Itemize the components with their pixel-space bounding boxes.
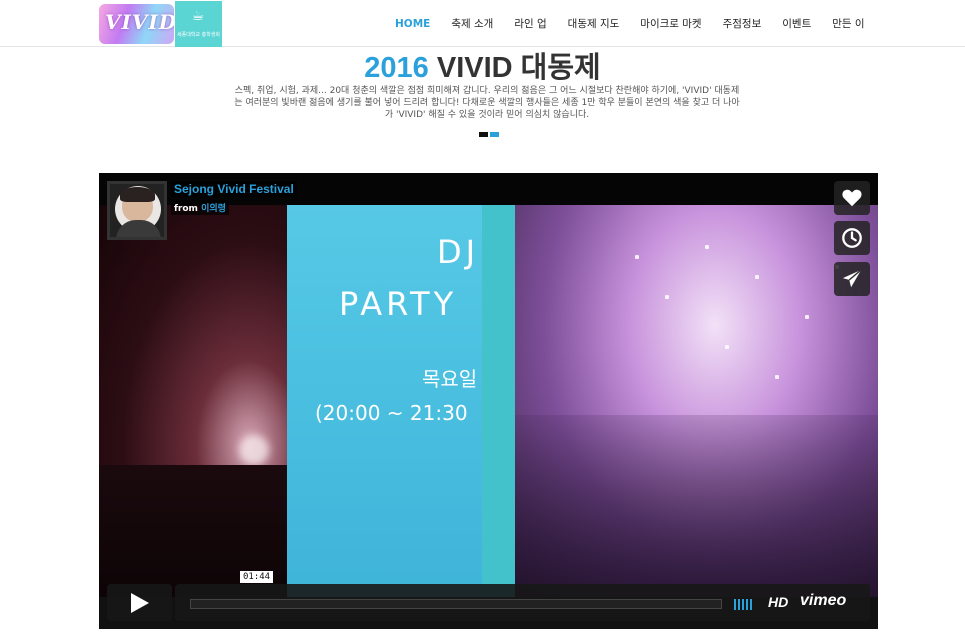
nav-item-event[interactable]: 이벤트 <box>782 16 811 31</box>
control-bar: 01:44 HD vimeo <box>175 571 870 621</box>
confetti <box>705 245 709 249</box>
stage-light <box>239 435 269 465</box>
hero-description: 스펙, 취업, 시험, 과제... 20대 청춘의 색깔은 점점 희미해져 갑니… <box>234 86 740 120</box>
video-frame-poster: DJ PARTY 목요일 (20:00 ~ 21:30 <box>287 205 515 597</box>
video-player[interactable]: DJ PARTY 목요일 (20:00 ~ 21:30 Sejong Vivid… <box>99 173 878 629</box>
video-controls: 01:44 HD vimeo <box>107 571 870 621</box>
page-title: 2016 VIVID 대동제 <box>0 44 965 86</box>
like-button[interactable] <box>834 181 870 215</box>
clock-icon <box>842 228 862 248</box>
student-council-logo[interactable]: ☕ 세종대학교 총학생회 <box>175 1 222 47</box>
hd-toggle[interactable]: HD <box>768 594 788 610</box>
poster-line-1: DJ <box>437 233 480 271</box>
nav-item-lineup[interactable]: 라인 업 <box>514 16 546 31</box>
slider-dot-1[interactable] <box>479 132 488 137</box>
video-author[interactable]: 이의령 <box>201 204 226 214</box>
send-icon <box>842 269 862 288</box>
poster-line-4: (20:00 ~ 21:30 <box>315 401 468 425</box>
vivid-logo-text: VIVID <box>105 10 174 34</box>
cup-icon: ☕ <box>191 8 205 24</box>
nav-item-home[interactable]: HOME <box>395 18 430 30</box>
nav-item-credits[interactable]: 만든 이 <box>832 16 864 31</box>
heart-icon <box>842 189 862 207</box>
play-button[interactable] <box>107 584 172 621</box>
watch-later-button[interactable] <box>834 221 870 255</box>
video-frame-stage <box>99 205 287 597</box>
nav-item-map[interactable]: 대동제 지도 <box>568 16 620 31</box>
video-frame-divider <box>482 205 516 597</box>
council-logo-text: 세종대학교 총학생회 <box>177 32 220 38</box>
title-text: VIVID 대동제 <box>436 52 601 84</box>
site-header: VIVID ☕ 세종대학교 총학생회 HOME 축제 소개 라인 업 대동제 지… <box>0 0 965 47</box>
avatar[interactable] <box>107 181 167 240</box>
confetti <box>805 315 809 319</box>
confetti <box>775 375 779 379</box>
title-year: 2016 <box>364 52 429 84</box>
video-title[interactable]: Sejong Vivid Festival <box>171 181 297 197</box>
slider-dot-2[interactable] <box>490 132 499 137</box>
confetti <box>755 275 759 279</box>
poster-line-3: 목요일 <box>422 367 478 391</box>
avatar-hair <box>120 187 155 202</box>
confetti <box>635 255 639 259</box>
poster-line-2: PARTY <box>339 285 458 323</box>
nav-item-intro[interactable]: 축제 소개 <box>451 16 493 31</box>
video-byline: from 이의령 <box>171 200 229 215</box>
video-frame-crowd <box>515 205 878 597</box>
share-button[interactable] <box>834 262 870 296</box>
confetti <box>665 295 669 299</box>
play-icon <box>131 593 149 613</box>
nav-item-pub-info[interactable]: 주점정보 <box>723 16 762 31</box>
main-nav: HOME 축제 소개 라인 업 대동제 지도 마이크로 마켓 주점정보 이벤트 … <box>395 0 865 47</box>
crowd-silhouettes <box>515 415 878 597</box>
nav-item-micro-market[interactable]: 마이크로 마켓 <box>640 16 701 31</box>
progress-bar[interactable] <box>190 599 722 609</box>
time-tooltip: 01:44 <box>240 571 274 583</box>
from-label: from <box>174 204 198 214</box>
slider-dots <box>479 132 499 137</box>
vimeo-logo[interactable]: vimeo <box>800 592 846 610</box>
volume-control[interactable] <box>734 599 752 610</box>
confetti <box>725 345 729 349</box>
vivid-logo[interactable]: VIVID <box>99 4 174 44</box>
